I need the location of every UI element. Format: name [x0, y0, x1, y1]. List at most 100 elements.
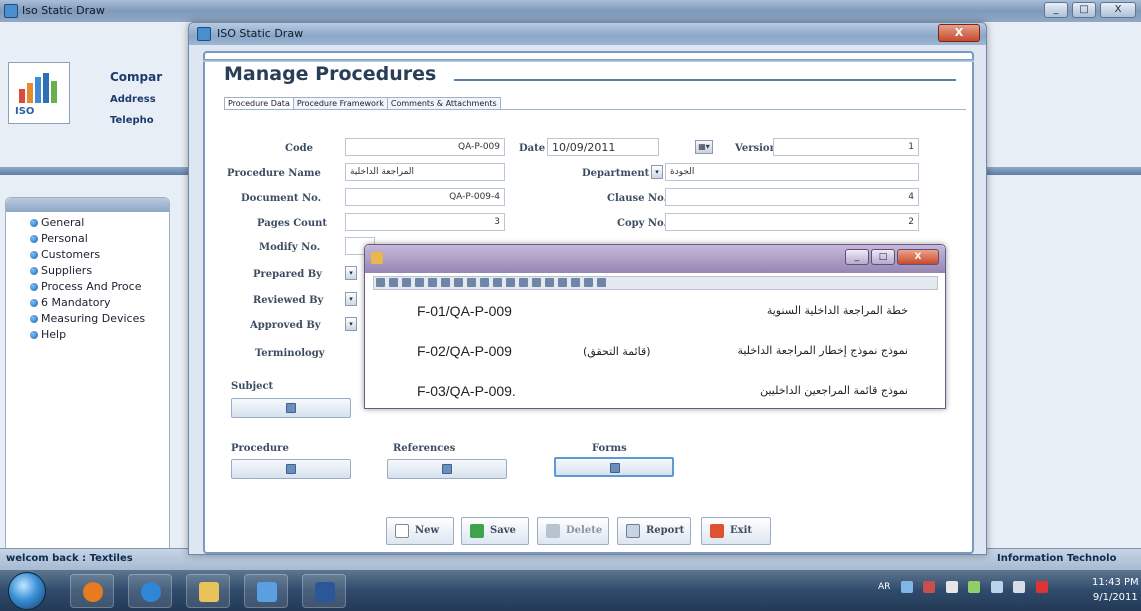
date-field[interactable]: 10/09/2011 — [547, 138, 659, 156]
approved-by-label: Approved By — [250, 320, 321, 331]
underline-icon[interactable] — [467, 278, 476, 287]
taskbar-media-player[interactable] — [70, 574, 114, 608]
form-code: F-02/QA-P-009 — [417, 343, 512, 359]
image-icon[interactable] — [597, 278, 606, 287]
side-menu-item-help[interactable]: Help — [30, 328, 145, 341]
reviewed-by-dropdown-arrow[interactable]: ▾ — [345, 292, 357, 306]
font-icon[interactable] — [402, 278, 411, 287]
references-attach-button[interactable] — [387, 459, 507, 479]
clock-time: 11:43 PM — [1092, 577, 1139, 588]
bullet-icon — [30, 235, 38, 243]
procedure-attach-button[interactable] — [231, 459, 351, 479]
document-no-label: Document No. — [241, 193, 322, 204]
word-icon — [315, 582, 335, 602]
rtl-icon[interactable] — [532, 278, 541, 287]
printer-icon — [626, 524, 640, 538]
font-size-icon[interactable] — [415, 278, 424, 287]
start-button[interactable] — [8, 572, 46, 610]
tray-icon[interactable] — [900, 581, 913, 593]
copy-no-field[interactable]: 2 — [665, 213, 919, 231]
color-icon[interactable] — [428, 278, 437, 287]
clock[interactable]: 11:43 PM 9/1/2011 — [1092, 575, 1139, 605]
clause-no-field[interactable]: 4 — [665, 188, 919, 206]
close-window-button[interactable]: X — [938, 24, 980, 42]
forms-attach-button[interactable] — [554, 457, 674, 477]
side-menu-item-customers[interactable]: Customers — [30, 248, 145, 261]
side-menu-item-general[interactable]: General — [30, 216, 145, 229]
procedure-name-field[interactable]: المراجعة الداخلية — [345, 163, 505, 181]
prepared-by-label: Prepared By — [253, 269, 322, 280]
report-button[interactable]: Report — [617, 517, 691, 545]
open-icon[interactable] — [389, 278, 398, 287]
form-code: F-01/QA-P-009 — [417, 303, 512, 319]
align-right-icon[interactable] — [519, 278, 528, 287]
volume-icon[interactable] — [1013, 581, 1026, 593]
bold-icon[interactable] — [441, 278, 450, 287]
network-icon[interactable] — [990, 581, 1003, 593]
save-button[interactable]: Save — [461, 517, 529, 545]
side-menu-item-process[interactable]: Process And Proce — [30, 280, 145, 293]
tray-icon[interactable] — [923, 581, 936, 593]
popup-close-button[interactable]: X — [897, 249, 939, 265]
align-left-icon[interactable] — [493, 278, 502, 287]
paste-icon[interactable] — [584, 278, 593, 287]
prepared-by-dropdown-arrow[interactable]: ▾ — [345, 266, 357, 280]
close-button[interactable]: X — [1100, 2, 1136, 18]
align-center-icon[interactable] — [506, 278, 515, 287]
form-list-item: F-03/QA-P-009. نموذج قائمة المراجعين الد… — [373, 381, 938, 401]
terminology-label: Terminology — [255, 348, 325, 359]
minimize-button[interactable]: _ — [1044, 2, 1068, 18]
pages-count-field[interactable]: 3 — [345, 213, 505, 231]
ltr-icon[interactable] — [545, 278, 554, 287]
status-welcome-text: welcom back : Textiles — [6, 553, 133, 564]
exit-button[interactable]: Exit — [701, 517, 771, 545]
delete-button[interactable]: Delete — [537, 517, 609, 545]
background-titlebar[interactable]: Iso Static Draw _ □ X — [0, 0, 1141, 22]
taskbar-internet-explorer[interactable] — [128, 574, 172, 608]
tray-icon[interactable] — [945, 581, 958, 593]
maximize-button[interactable]: □ — [1072, 2, 1096, 18]
bullet-icon — [30, 299, 38, 307]
side-menu-item-personal[interactable]: Personal — [30, 232, 145, 245]
side-menu-item-measuring-devices[interactable]: Measuring Devices — [30, 312, 145, 325]
code-label: Code — [285, 143, 313, 154]
popup-maximize-button[interactable]: □ — [871, 249, 895, 265]
document-no-field[interactable]: QA-P-009-4 — [345, 188, 505, 206]
side-menu-item-suppliers[interactable]: Suppliers — [30, 264, 145, 277]
form-list-item: F-01/QA-P-009 خطة المراجعة الداخلية السن… — [373, 301, 938, 321]
version-field[interactable]: 1 — [773, 138, 919, 156]
department-dropdown-arrow[interactable]: ▾ — [651, 165, 663, 179]
clause-no-label: Clause No. — [607, 193, 668, 204]
side-menu: General Personal Customers Suppliers Pro… — [30, 216, 145, 344]
copy-no-label: Copy No. — [617, 218, 668, 229]
bullet-icon — [30, 267, 38, 275]
forms-popup-window: _ □ X F-01/QA-P-009 خطة المراجعة الداخلي… — [364, 244, 946, 409]
save-icon[interactable] — [376, 278, 385, 287]
tray-icon[interactable] — [968, 581, 981, 593]
side-menu-item-mandatory[interactable]: 6 Mandatory — [30, 296, 145, 309]
taskbar-iso-app[interactable] — [244, 574, 288, 608]
date-picker-button[interactable]: ▦▾ — [695, 140, 713, 154]
alert-icon[interactable] — [1035, 581, 1048, 593]
department-select[interactable]: الجودة — [665, 163, 919, 181]
code-field[interactable]: QA-P-009 — [345, 138, 505, 156]
window-titlebar[interactable]: ISO Static Draw X — [189, 23, 986, 45]
strikethrough-icon[interactable] — [480, 278, 489, 287]
frame-top-rule — [203, 59, 974, 62]
taskbar-file-explorer[interactable] — [186, 574, 230, 608]
taskbar-word[interactable] — [302, 574, 346, 608]
subject-attach-button[interactable] — [231, 398, 351, 418]
italic-icon[interactable] — [454, 278, 463, 287]
popup-minimize-button[interactable]: _ — [845, 249, 869, 265]
popup-titlebar[interactable]: _ □ X — [365, 245, 945, 273]
approved-by-dropdown-arrow[interactable]: ▾ — [345, 317, 357, 331]
language-indicator[interactable]: AR — [878, 582, 890, 592]
new-button[interactable]: New — [386, 517, 454, 545]
new-button-label: New — [415, 525, 440, 536]
forms-text-editor[interactable]: F-01/QA-P-009 خطة المراجعة الداخلية السن… — [373, 293, 938, 405]
copy-icon[interactable] — [571, 278, 580, 287]
form-list-item: F-02/QA-P-009 (قائمة التحقق) نموذج نموذج… — [373, 341, 938, 361]
iso-app-icon — [257, 582, 277, 602]
bullet-icon — [30, 315, 38, 323]
cut-icon[interactable] — [558, 278, 567, 287]
